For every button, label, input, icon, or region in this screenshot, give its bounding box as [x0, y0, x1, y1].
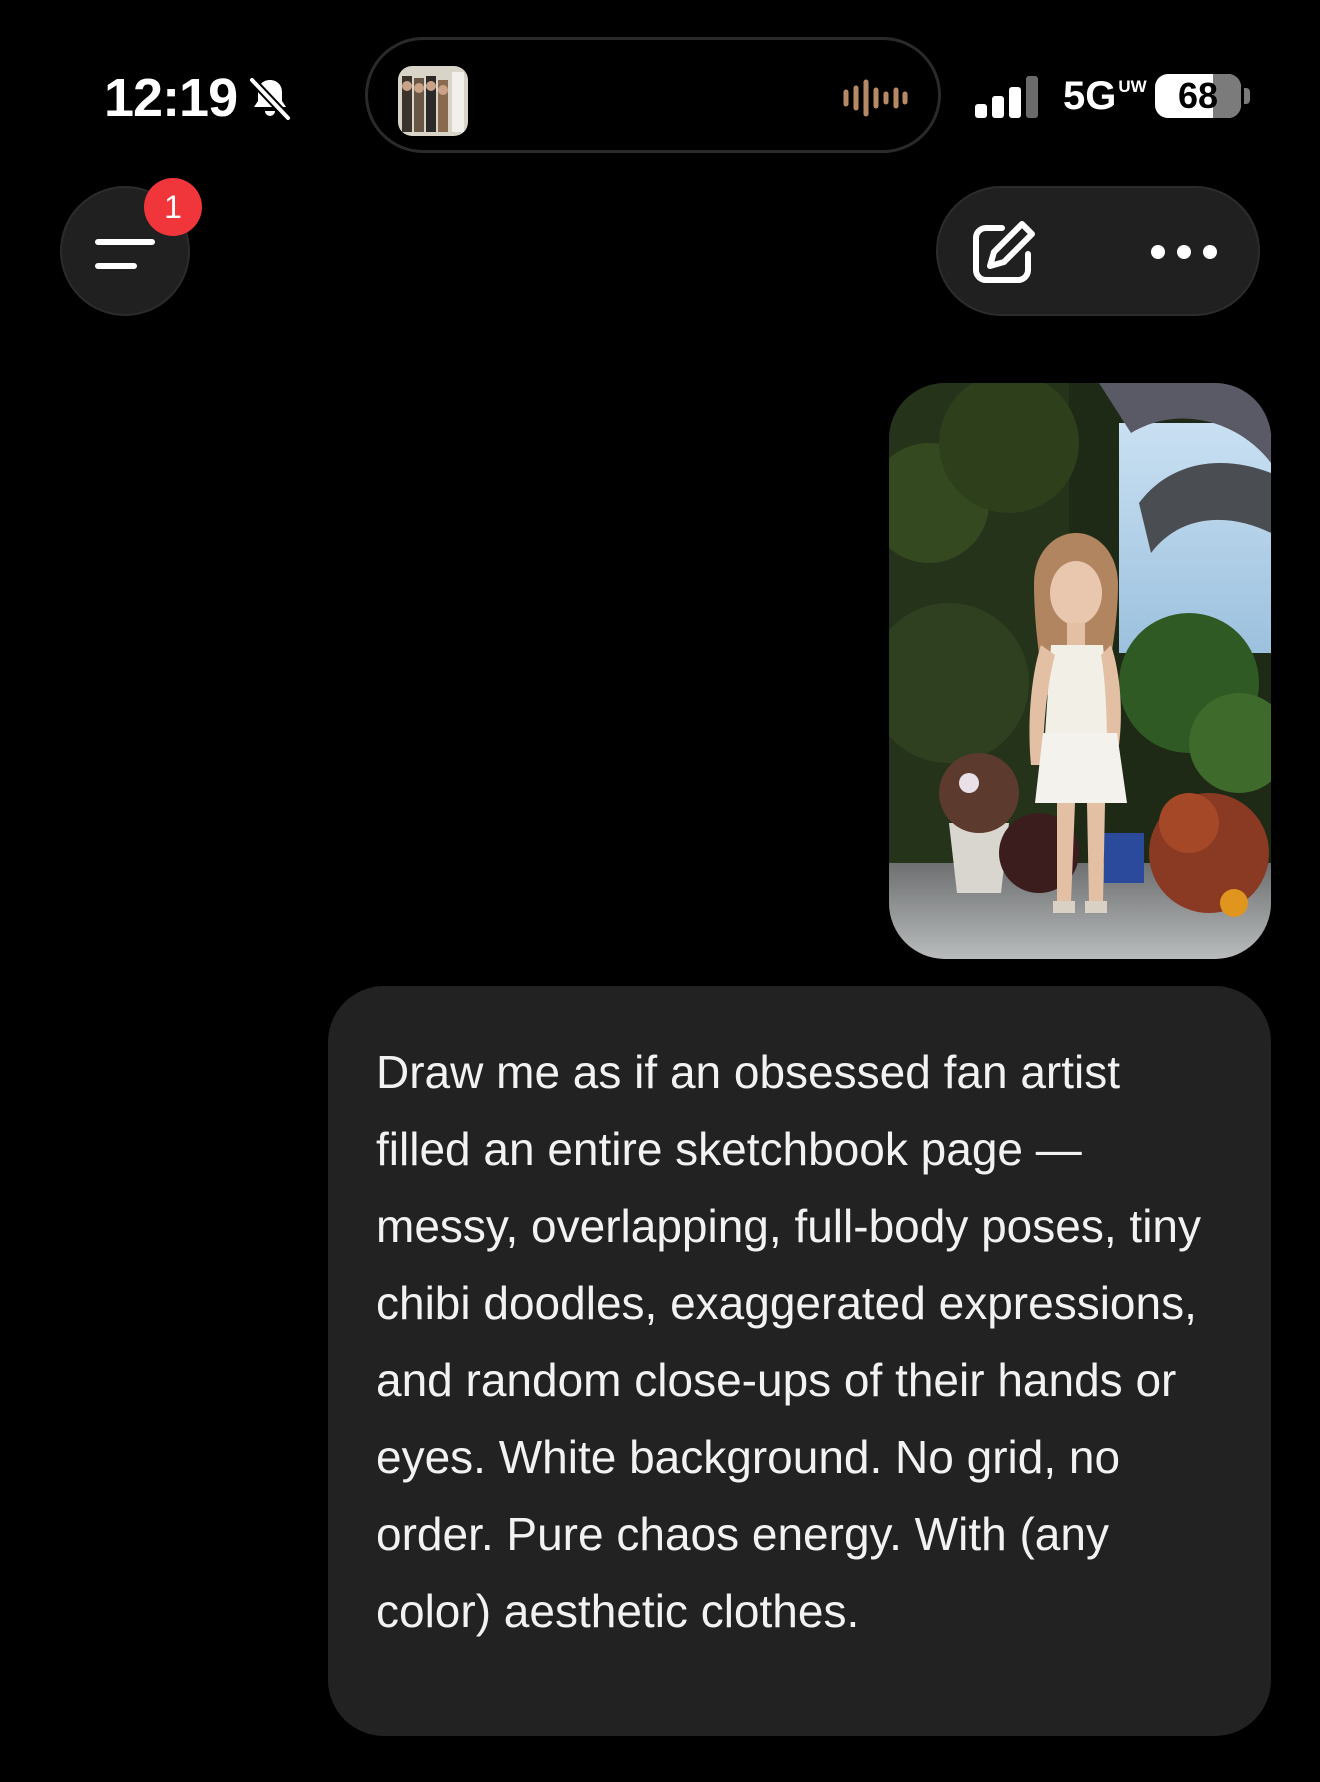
battery-indicator: 68: [1155, 74, 1241, 118]
network-type: 5G UW: [1063, 72, 1147, 120]
sidebar-menu-icon: [95, 239, 155, 269]
cellular-signal-icon: [975, 76, 1038, 118]
battery-terminal: [1244, 88, 1250, 104]
notification-badge: 1: [144, 178, 202, 236]
bell-slash-icon: [249, 77, 291, 121]
user-message-text: Draw me as if an obsessed fan artist fil…: [376, 1046, 1201, 1637]
attached-photo[interactable]: [889, 383, 1271, 959]
header-actions: [936, 186, 1260, 316]
now-playing-artwork: [398, 66, 468, 136]
status-time: 12:19: [104, 68, 238, 128]
audio-waveform-icon: [843, 79, 908, 117]
network-label: 5G: [1063, 74, 1117, 118]
dynamic-island[interactable]: [365, 37, 941, 153]
battery-level: 68: [1177, 75, 1219, 116]
user-message-bubble[interactable]: Draw me as if an obsessed fan artist fil…: [328, 986, 1271, 1736]
chat-screen: 12:19 5G UW 68 1 Draw me as if an obsess…: [0, 0, 1320, 1782]
ellipsis-icon[interactable]: [1148, 232, 1220, 272]
compose-icon[interactable]: [968, 218, 1038, 288]
network-badge: UW: [1118, 77, 1147, 96]
